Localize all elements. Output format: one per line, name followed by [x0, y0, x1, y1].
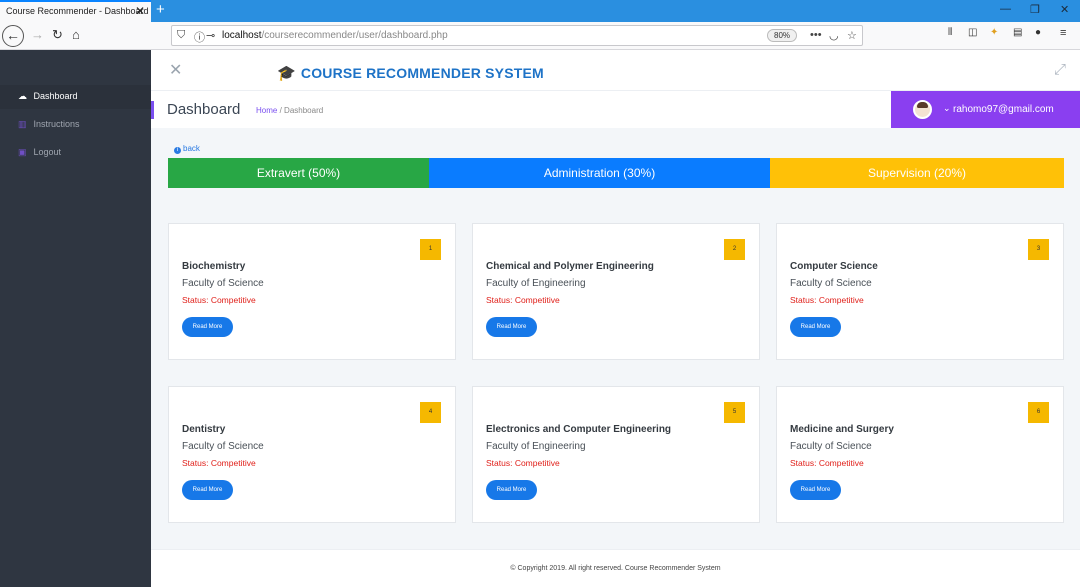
menu-icon[interactable]: ≡: [1060, 27, 1066, 39]
brand-title[interactable]: 🎓 COURSE RECOMMENDER SYSTEM: [277, 64, 544, 82]
window-close-icon[interactable]: ✕: [1060, 3, 1069, 16]
library-icon[interactable]: ⫴: [948, 27, 952, 38]
status-label: Status: Competitive: [182, 295, 256, 305]
faculty-label: Faculty of Science: [182, 441, 264, 452]
logout-icon: ▣: [18, 147, 27, 157]
back-arrow-icon[interactable]: ←: [2, 25, 24, 47]
read-more-button[interactable]: Read More: [790, 480, 841, 500]
app-header: ✕ 🎓 COURSE RECOMMENDER SYSTEM ⤢: [151, 50, 1080, 91]
browser-tab[interactable]: Course Recommender - Dashboard ✕: [0, 0, 151, 22]
read-more-button[interactable]: Read More: [790, 317, 841, 337]
info-icon[interactable]: ⓘ: [194, 29, 205, 45]
minimize-icon[interactable]: —: [1000, 3, 1011, 15]
zoom-level[interactable]: 80%: [767, 29, 798, 42]
course-card: 2 Chemical and Polymer Engineering Faculty…: [472, 223, 760, 360]
read-more-button[interactable]: Read More: [182, 317, 233, 337]
sidebar-item-logout[interactable]: ▣ Logout: [0, 141, 151, 165]
personality-segment: Extravert (50%): [168, 158, 429, 188]
info-circle-icon: i: [174, 147, 181, 154]
course-title: Medicine and Surgery: [790, 424, 894, 435]
faculty-label: Faculty of Engineering: [486, 278, 586, 289]
rank-badge: 1: [420, 239, 441, 260]
course-title: Biochemistry: [182, 261, 246, 272]
personality-segment: Supervision (20%): [770, 158, 1064, 188]
course-card: 6 Medicine and Surgery Faculty of Science S…: [776, 386, 1064, 523]
page-title: Dashboard: [167, 101, 241, 118]
user-email: rahomo97@gmail.com: [953, 104, 1054, 115]
course-title: Chemical and Polymer Engineering: [486, 261, 654, 272]
status-label: Status: Competitive: [486, 458, 560, 468]
sidebar-item-instructions[interactable]: ▥ Instructions: [0, 113, 151, 137]
status-label: Status: Competitive: [790, 295, 864, 305]
tab-title: Course Recommender - Dashboard: [6, 6, 149, 16]
faculty-label: Faculty of Engineering: [486, 441, 586, 452]
user-menu[interactable]: ⌄ rahomo97@gmail.com: [891, 91, 1080, 128]
faculty-label: Faculty of Science: [790, 441, 872, 452]
accent-bar: [151, 101, 154, 119]
reader-icon[interactable]: ▤: [1013, 27, 1022, 38]
course-card: 5 Electronics and Computer Engineering Fac…: [472, 386, 760, 523]
course-card: 3 Computer Science Faculty of Science Statu…: [776, 223, 1064, 360]
read-more-button[interactable]: Read More: [182, 480, 233, 500]
sidebar-item-dashboard[interactable]: ☁ Dashboard: [0, 85, 151, 109]
book-icon: ▥: [18, 119, 27, 129]
course-card: 4 Dentistry Faculty of Science Status: Comp…: [168, 386, 456, 523]
course-card: 1 Biochemistry Faculty of Science Status: C…: [168, 223, 456, 360]
status-label: Status: Competitive: [790, 458, 864, 468]
breadcrumb-separator: /: [279, 106, 282, 115]
faculty-label: Faculty of Science: [182, 278, 264, 289]
course-title: Electronics and Computer Engineering: [486, 424, 672, 435]
status-label: Status: Competitive: [182, 458, 256, 468]
forward-arrow-icon[interactable]: →: [31, 27, 44, 42]
breadcrumb-current: Dashboard: [284, 106, 324, 115]
address-bar[interactable]: ⛉ ⓘ ⊸ localhost/courserecommender/user/d…: [171, 25, 863, 46]
read-more-button[interactable]: Read More: [486, 480, 537, 500]
tab-close-icon[interactable]: ✕: [135, 4, 145, 18]
bookmark-star-icon[interactable]: ☆: [847, 29, 857, 42]
back-link[interactable]: i back: [174, 144, 200, 154]
close-sidebar-icon[interactable]: ✕: [169, 60, 182, 80]
personality-bar: Extravert (50%) Administration (30%) Super…: [168, 158, 1064, 188]
browser-tab-bar: Course Recommender - Dashboard ✕ + — ❐ ✕: [0, 0, 1080, 22]
extension-icon[interactable]: ✦: [990, 27, 998, 38]
shield-icon[interactable]: ⛉: [177, 29, 185, 42]
account-icon[interactable]: ●: [1035, 27, 1041, 38]
rank-badge: 2: [724, 239, 745, 260]
page-subheader: Dashboard Home / Dashboard ⌄ rahomo97@gm…: [151, 91, 1080, 128]
copyright-text: © Copyright 2019. All right reserved. Co…: [510, 565, 721, 572]
url-text: localhost/courserecommender/user/dashboa…: [222, 30, 448, 41]
chevron-down-icon: ⌄: [943, 103, 951, 113]
restore-icon[interactable]: ❐: [1030, 3, 1040, 16]
home-icon[interactable]: ⌂: [72, 27, 80, 42]
palette-icon: ☁: [18, 91, 27, 101]
sidebar-item-label: Logout: [33, 147, 62, 157]
rank-badge: 6: [1028, 402, 1049, 423]
faculty-label: Faculty of Science: [790, 278, 872, 289]
breadcrumb-home-link[interactable]: Home: [256, 106, 277, 115]
rank-badge: 4: [420, 402, 441, 423]
course-title: Dentistry: [182, 424, 226, 435]
key-icon: ⊸: [206, 30, 216, 42]
new-tab-icon[interactable]: +: [156, 1, 165, 18]
reload-icon[interactable]: ↻: [52, 27, 63, 43]
sidebar: ☁ Dashboard ▥ Instructions ▣ Logout: [0, 50, 151, 587]
fullscreen-icon[interactable]: ⤢: [1054, 61, 1066, 78]
sidebar-toggle-icon[interactable]: ◫: [968, 27, 977, 38]
footer: © Copyright 2019. All right reserved. Co…: [151, 549, 1080, 587]
read-more-button[interactable]: Read More: [486, 317, 537, 337]
status-label: Status: Competitive: [486, 295, 560, 305]
rank-badge: 5: [724, 402, 745, 423]
more-actions-icon[interactable]: •••: [810, 29, 822, 41]
course-title: Computer Science: [790, 261, 878, 272]
sidebar-item-label: Instructions: [33, 119, 80, 129]
graduation-cap-icon: 🎓: [277, 65, 296, 82]
browser-nav-bar: ← → ↻ ⌂ ⛉ ⓘ ⊸ localhost/courserecommende…: [0, 22, 1080, 50]
avatar: [913, 100, 932, 119]
rank-badge: 3: [1028, 239, 1049, 260]
breadcrumb: Home / Dashboard: [256, 106, 323, 115]
sidebar-item-label: Dashboard: [33, 91, 78, 101]
pocket-icon[interactable]: ◡: [829, 29, 839, 42]
personality-segment: Administration (30%): [429, 158, 770, 188]
